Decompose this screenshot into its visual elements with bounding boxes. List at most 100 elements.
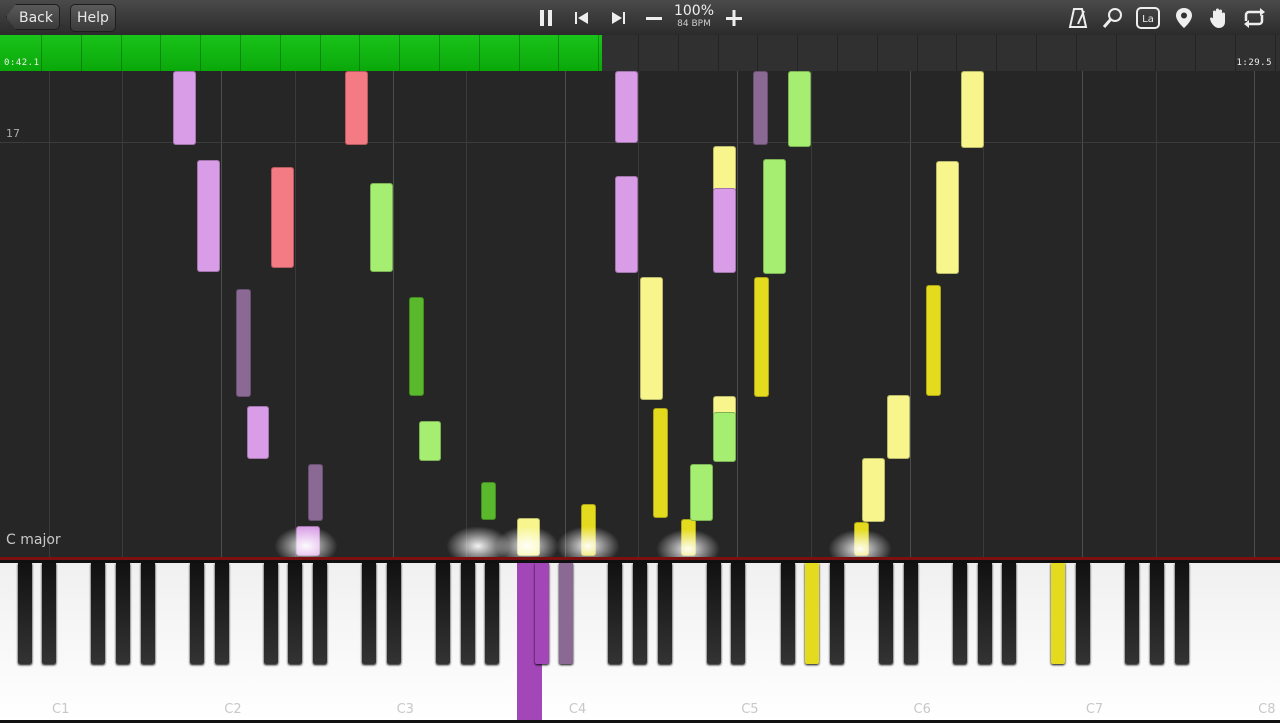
progress-tick xyxy=(121,35,122,71)
black-key[interactable] xyxy=(1051,563,1066,664)
grid-line xyxy=(466,71,467,557)
black-key[interactable] xyxy=(1149,563,1164,664)
black-key[interactable] xyxy=(288,563,303,664)
grid-line xyxy=(1156,71,1157,557)
progress-tick xyxy=(160,35,161,71)
total-time: 1:29.5 xyxy=(1236,58,1272,68)
falling-note xyxy=(887,395,910,459)
black-key[interactable] xyxy=(189,563,204,664)
slow-down-button[interactable] xyxy=(640,4,668,31)
black-key[interactable] xyxy=(534,563,549,664)
black-key[interactable] xyxy=(829,563,844,664)
hands-button[interactable] xyxy=(1205,4,1233,31)
progress-tick xyxy=(439,35,440,71)
black-key[interactable] xyxy=(780,563,795,664)
zoom-percent: 100% xyxy=(673,3,715,19)
black-key[interactable] xyxy=(706,563,721,664)
black-key[interactable] xyxy=(1076,563,1091,664)
metronome-button[interactable] xyxy=(1064,4,1092,31)
octave-label: C6 xyxy=(913,702,931,717)
black-key[interactable] xyxy=(17,563,32,664)
elapsed-time: 0:42.1 xyxy=(4,58,40,68)
piano-keyboard[interactable]: C1 C2 C3 C4 C5 C6 C7 C8 xyxy=(0,557,1280,723)
octave-label: C3 xyxy=(396,702,414,717)
skip-back-button[interactable] xyxy=(568,4,596,31)
black-key[interactable] xyxy=(42,563,57,664)
falling-note xyxy=(271,167,294,268)
song-progress-bar[interactable] xyxy=(0,35,1280,71)
bookmark-button[interactable] xyxy=(1170,4,1198,31)
back-button[interactable]: Back xyxy=(6,4,60,30)
black-key[interactable] xyxy=(460,563,475,664)
progress-tick xyxy=(1275,35,1276,71)
black-key[interactable] xyxy=(386,563,401,664)
progress-tick xyxy=(1155,35,1156,71)
black-key[interactable] xyxy=(1125,563,1140,664)
progress-tick xyxy=(479,35,480,71)
black-key[interactable] xyxy=(140,563,155,664)
progress-tick xyxy=(200,35,201,71)
falling-note xyxy=(481,482,496,520)
progress-tick xyxy=(359,35,360,71)
grid-line xyxy=(638,71,639,557)
pause-button[interactable] xyxy=(532,4,560,31)
grid-line xyxy=(910,71,911,557)
falling-note xyxy=(409,297,424,396)
progress-tick xyxy=(81,35,82,71)
plus-icon xyxy=(726,9,742,26)
black-key[interactable] xyxy=(485,563,500,664)
loop-button[interactable] xyxy=(1240,4,1268,31)
note-hit-glow xyxy=(828,529,892,557)
black-key[interactable] xyxy=(903,563,918,664)
note-hit-glow xyxy=(274,526,338,557)
grid-line xyxy=(49,71,50,557)
black-key[interactable] xyxy=(214,563,229,664)
black-key[interactable] xyxy=(312,563,327,664)
black-key[interactable] xyxy=(263,563,278,664)
help-button[interactable]: Help xyxy=(70,4,116,32)
metronome-icon xyxy=(1068,7,1088,28)
speed-up-button[interactable] xyxy=(720,4,748,31)
octave-label: C7 xyxy=(1085,702,1104,717)
black-key[interactable] xyxy=(879,563,894,664)
progress-tick xyxy=(718,35,719,71)
black-key[interactable] xyxy=(1002,563,1017,664)
progress-tick xyxy=(320,35,321,71)
falling-note xyxy=(936,161,959,274)
white-key[interactable] xyxy=(1230,563,1257,720)
progress-tick xyxy=(1036,35,1037,71)
falling-note xyxy=(713,412,736,462)
grid-line xyxy=(1082,71,1083,557)
zoom-button[interactable] xyxy=(1099,4,1127,31)
octave-label: C8 xyxy=(1258,702,1276,717)
help-label: Help xyxy=(77,10,109,26)
black-key[interactable] xyxy=(559,563,574,664)
black-key[interactable] xyxy=(731,563,746,664)
note-labels-button[interactable]: La xyxy=(1134,4,1162,31)
black-key[interactable] xyxy=(91,563,106,664)
black-key[interactable] xyxy=(632,563,647,664)
skip-back-icon xyxy=(575,11,588,24)
black-key[interactable] xyxy=(1174,563,1189,664)
black-key[interactable] xyxy=(436,563,451,664)
falling-note xyxy=(690,464,713,521)
falling-note xyxy=(615,71,638,143)
black-key[interactable] xyxy=(657,563,672,664)
black-key[interactable] xyxy=(362,563,377,664)
falling-note xyxy=(308,464,323,521)
falling-note xyxy=(370,183,393,272)
progress-tick xyxy=(1076,35,1077,71)
black-key[interactable] xyxy=(608,563,623,664)
white-key[interactable] xyxy=(1206,563,1232,720)
black-key[interactable] xyxy=(805,563,820,664)
toolbar: Back Help 100% 84 BPM La xyxy=(0,0,1280,36)
skip-forward-button[interactable] xyxy=(604,4,632,31)
falling-note xyxy=(640,277,663,400)
octave-label: C4 xyxy=(568,702,587,717)
speed-display: 100% 84 BPM xyxy=(672,3,716,30)
black-key[interactable] xyxy=(116,563,131,664)
black-key[interactable] xyxy=(952,563,967,664)
progress-tick xyxy=(399,35,400,71)
black-key[interactable] xyxy=(977,563,992,664)
white-key[interactable] xyxy=(1255,563,1280,720)
